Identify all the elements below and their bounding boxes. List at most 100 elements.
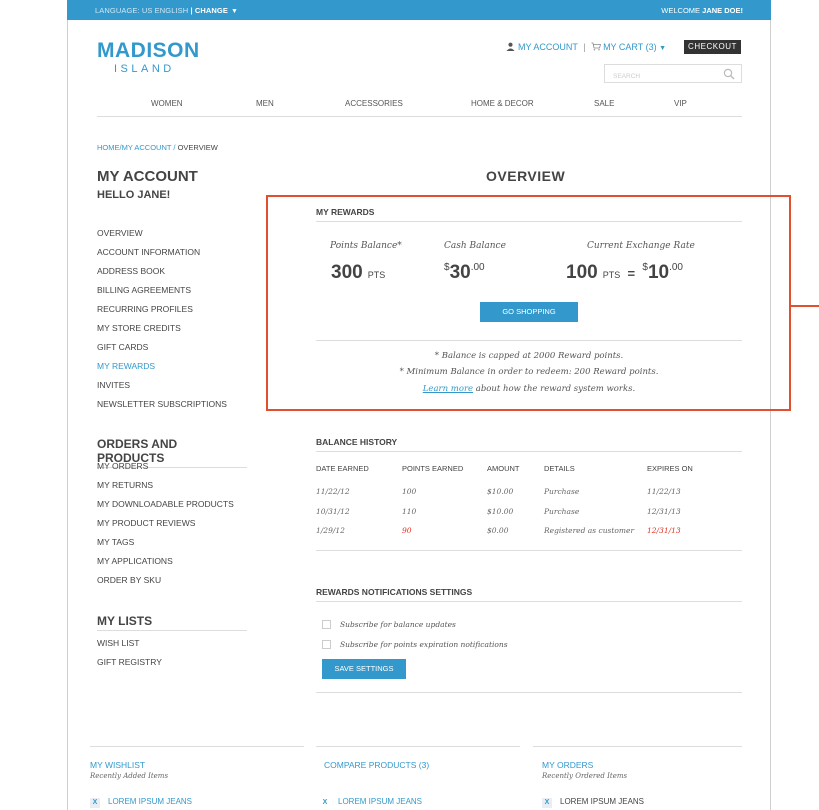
col-date-earned: DATE EARNED: [316, 464, 369, 473]
lists-menu: WISH LIST GIFT REGISTRY: [97, 637, 162, 675]
sidebar-item-account-information[interactable]: ACCOUNT INFORMATION: [97, 246, 227, 265]
account-menu: OVERVIEW ACCOUNT INFORMATION ADDRESS BOO…: [97, 227, 227, 417]
account-links: MY ACCOUNT | MY CART (3) ▼: [506, 42, 666, 52]
remove-icon[interactable]: X: [90, 798, 100, 808]
table-cell: $0.00: [487, 526, 509, 535]
table-cell: $10.00: [487, 487, 514, 496]
divider: [316, 692, 742, 693]
table-cell: 1/29/12: [316, 526, 345, 535]
sidebar-item-wish-list[interactable]: WISH LIST: [97, 637, 162, 656]
divider: [316, 451, 742, 452]
table-cell: Registered as customer: [544, 526, 635, 535]
sidebar-item-recurring-profiles[interactable]: RECURRING PROFILES: [97, 303, 227, 322]
orders-menu: MY ORDERS MY RETURNS MY DOWNLOADABLE PRO…: [97, 460, 234, 593]
cash-balance-value: $30.00: [444, 262, 485, 283]
exchange-rate-value: 100 PTS = $10.00: [566, 262, 683, 283]
nav-home-decor[interactable]: HOME & DECOR: [471, 99, 534, 108]
breadcrumb-account[interactable]: MY ACCOUNT: [122, 143, 172, 152]
compare-products-title[interactable]: COMPARE PRODUCTS (3): [324, 760, 429, 770]
sidebar-item-gift-registry[interactable]: GIFT REGISTRY: [97, 656, 162, 675]
table-cell: 110: [402, 507, 417, 516]
divider: [316, 601, 742, 602]
rewards-note-cap: * Balance is capped at 2000 Reward point…: [434, 351, 624, 361]
save-settings-button[interactable]: SAVE SETTINGS: [322, 659, 406, 679]
balance-updates-option[interactable]: Subscribe for balance updates: [322, 620, 456, 629]
col-amount: AMOUNT: [487, 464, 520, 473]
orders-item[interactable]: X LOREM IPSUM JEANS: [542, 797, 644, 808]
breadcrumb-current: OVERVIEW: [177, 143, 218, 152]
col-points-earned: POINTS EARNED: [402, 464, 464, 473]
checkout-button[interactable]: CHECKOUT: [684, 40, 741, 54]
greeting: HELLO JANE!: [97, 189, 171, 201]
cash-balance-label: Cash Balance: [444, 241, 506, 251]
search-icon[interactable]: [723, 68, 735, 80]
wishlist-item[interactable]: X LOREM IPSUM JEANS: [90, 797, 192, 808]
user-icon: [506, 42, 515, 51]
wishlist-subtitle: Recently Added Items: [90, 772, 169, 780]
sidebar-item-my-rewards[interactable]: MY REWARDS: [97, 360, 227, 379]
learn-more-link[interactable]: Learn more: [423, 384, 473, 394]
sidebar-title: MY ACCOUNT: [97, 168, 198, 185]
breadcrumb-home[interactable]: HOME: [97, 143, 120, 152]
user-name: JANE DOE!: [702, 6, 743, 15]
lists-section-title: MY LISTS: [97, 614, 247, 631]
sidebar-item-billing-agreements[interactable]: BILLING AGREEMENTS: [97, 284, 227, 303]
my-cart-link[interactable]: MY CART (3) ▼: [589, 42, 666, 52]
sidebar-item-my-returns[interactable]: MY RETURNS: [97, 479, 234, 498]
table-cell: Purchase: [544, 487, 580, 496]
exchange-rate-label: Current Exchange Rate: [587, 241, 695, 251]
nav-sale[interactable]: SALE: [594, 99, 614, 108]
sidebar-item-applications[interactable]: MY APPLICATIONS: [97, 555, 234, 574]
divider: [316, 221, 742, 222]
sidebar-item-product-reviews[interactable]: MY PRODUCT REVIEWS: [97, 517, 234, 536]
divider: [316, 550, 742, 551]
sidebar-item-my-orders[interactable]: MY ORDERS: [97, 460, 234, 479]
divider: [316, 746, 520, 747]
caret-down-icon: ▼: [659, 45, 667, 52]
page-title: OVERVIEW: [486, 168, 566, 184]
expiration-notifications-option[interactable]: Subscribe for points expiration notifica…: [322, 640, 508, 649]
logo[interactable]: MADISON: [97, 39, 200, 63]
sidebar-item-store-credits[interactable]: MY STORE CREDITS: [97, 322, 227, 341]
balance-updates-checkbox[interactable]: [322, 620, 331, 629]
remove-icon[interactable]: X: [320, 798, 330, 808]
nav-accessories[interactable]: ACCESSORIES: [345, 99, 403, 108]
expiration-notifications-checkbox[interactable]: [322, 640, 331, 649]
sidebar-item-address-book[interactable]: ADDRESS BOOK: [97, 265, 227, 284]
nav-men[interactable]: MEN: [256, 99, 274, 108]
caret-down-icon: ▼: [230, 8, 238, 15]
nav-women[interactable]: WOMEN: [151, 99, 183, 108]
language-label: LANGUAGE: US ENGLISH: [95, 6, 189, 15]
language-selector[interactable]: LANGUAGE: US ENGLISH | CHANGE ▼: [95, 6, 238, 15]
nav-vip[interactable]: VIP: [674, 99, 687, 108]
sidebar-item-my-tags[interactable]: MY TAGS: [97, 536, 234, 555]
rewards-note-learn: Learn more about how the reward system w…: [422, 384, 636, 394]
sidebar-item-gift-cards[interactable]: GIFT CARDS: [97, 341, 227, 360]
sidebar-item-order-by-sku[interactable]: ORDER BY SKU: [97, 574, 234, 593]
cart-icon: [591, 42, 602, 51]
my-account-link[interactable]: MY ACCOUNT: [506, 42, 580, 52]
search-input[interactable]: [605, 68, 715, 85]
my-orders-title[interactable]: MY ORDERS: [542, 760, 593, 770]
language-change-link[interactable]: CHANGE: [195, 6, 228, 15]
notifications-heading: REWARDS NOTIFICATIONS SETTINGS: [316, 587, 473, 597]
sidebar-item-overview[interactable]: OVERVIEW: [97, 227, 227, 246]
points-balance-value: 300 PTS: [331, 262, 386, 283]
sidebar-item-newsletter[interactable]: NEWSLETTER SUBSCRIPTIONS: [97, 398, 227, 417]
breadcrumb: HOME/MY ACCOUNT / OVERVIEW: [97, 143, 218, 152]
table-cell: 12/31/13: [647, 507, 681, 516]
table-cell: 11/22/12: [316, 487, 350, 496]
rewards-note-minimum: * Minimum Balance in order to redeem: 20…: [399, 367, 659, 377]
table-cell: 90: [402, 526, 412, 535]
table-cell: 12/31/13: [647, 526, 681, 535]
sidebar-item-invites[interactable]: INVITES: [97, 379, 227, 398]
wishlist-title[interactable]: MY WISHLIST: [90, 760, 145, 770]
remove-icon[interactable]: X: [542, 798, 552, 808]
col-details: DETAILS: [544, 464, 575, 473]
sidebar-item-downloadable[interactable]: MY DOWNLOADABLE PRODUCTS: [97, 498, 234, 517]
compare-item[interactable]: X LOREM IPSUM JEANS: [320, 797, 422, 808]
go-shopping-button[interactable]: GO SHOPPING: [480, 302, 578, 322]
table-cell: 100: [402, 487, 417, 496]
table-cell: $10.00: [487, 507, 514, 516]
main-nav: WOMEN MEN ACCESSORIES HOME & DECOR SALE …: [97, 99, 742, 117]
